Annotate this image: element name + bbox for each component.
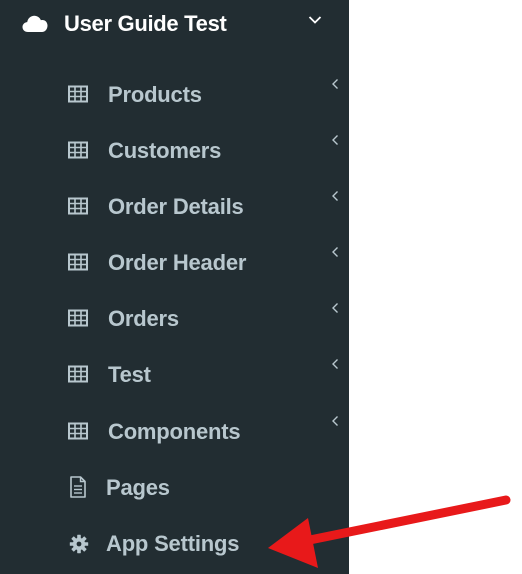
menu-item-order-details[interactable]: Order Details — [0, 185, 349, 229]
chevron-left-icon — [332, 79, 338, 89]
menu-item-customers[interactable]: Customers — [0, 129, 349, 173]
chevron-down-icon[interactable] — [308, 15, 322, 25]
menu-item-app-settings[interactable]: App Settings — [0, 522, 349, 566]
menu-item-label: Test — [108, 362, 151, 387]
project-title: User Guide Test — [64, 11, 227, 36]
menu-item-orders[interactable]: Orders — [0, 297, 349, 341]
table-icon — [68, 197, 88, 215]
menu-item-components[interactable]: Components — [0, 410, 349, 454]
menu-item-label: Products — [108, 82, 202, 107]
cloud-icon — [22, 15, 48, 33]
menu-item-label: App Settings — [106, 531, 240, 556]
menu-item-label: Orders — [108, 306, 179, 331]
chevron-left-icon — [332, 359, 338, 369]
document-icon — [70, 476, 86, 498]
menu-item-label: Customers — [108, 138, 222, 163]
menu-item-label: Order Details — [108, 194, 244, 219]
menu-item-label: Pages — [106, 475, 170, 500]
gear-icon — [69, 534, 89, 554]
menu-item-label: Components — [108, 419, 241, 444]
chevron-left-icon — [332, 416, 338, 426]
table-icon — [68, 253, 88, 271]
table-icon — [68, 422, 88, 440]
project-header[interactable]: User Guide Test — [0, 0, 349, 50]
sidebar: User Guide Test Products Customers Order… — [0, 0, 349, 574]
chevron-left-icon — [332, 303, 338, 313]
table-icon — [68, 85, 88, 103]
menu-item-test[interactable]: Test — [0, 353, 349, 397]
table-icon — [68, 141, 88, 159]
menu-item-order-header[interactable]: Order Header — [0, 241, 349, 285]
table-icon — [68, 365, 88, 383]
screenshot-stage: User Guide Test Products Customers Order… — [0, 0, 522, 574]
menu-item-products[interactable]: Products — [0, 73, 349, 117]
chevron-left-icon — [332, 191, 338, 201]
chevron-left-icon — [332, 247, 338, 257]
chevron-left-icon — [332, 135, 338, 145]
table-icon — [68, 309, 88, 327]
menu-item-label: Order Header — [108, 250, 247, 275]
menu-item-pages[interactable]: Pages — [0, 466, 349, 510]
